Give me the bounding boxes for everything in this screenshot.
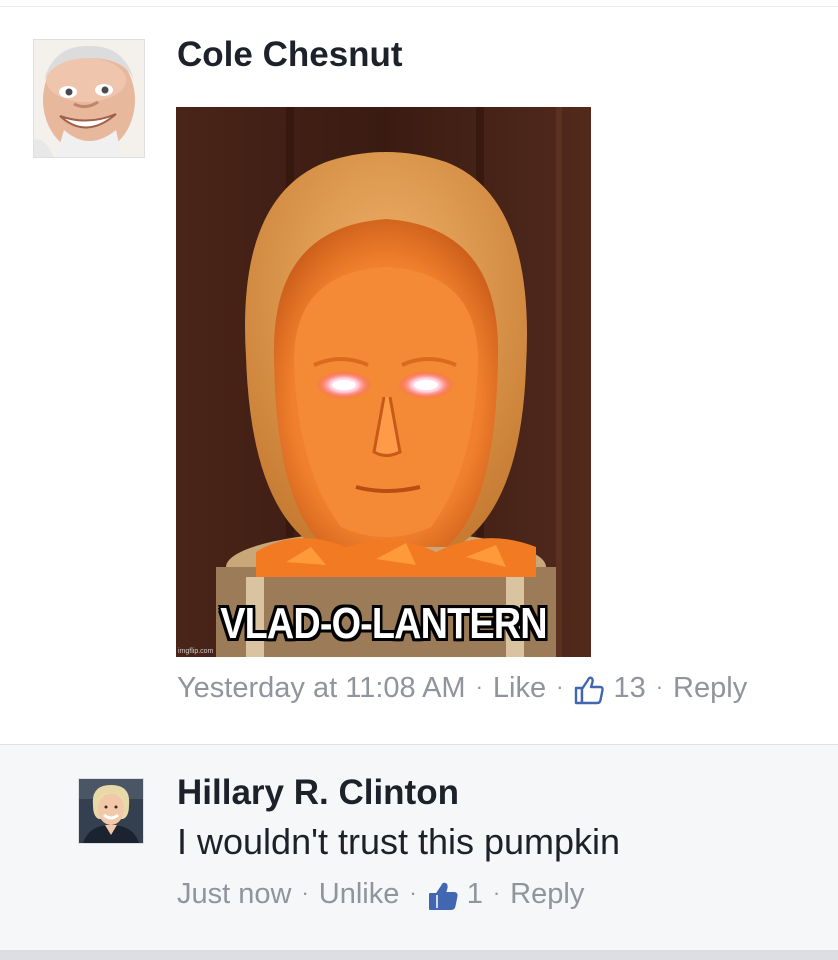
comment: Cole Chesnut VLAD-O-LANTERN imgflip.com …	[0, 7, 838, 744]
watermark: imgflip.com	[178, 648, 214, 655]
comment-author[interactable]: Hillary R. Clinton	[177, 773, 459, 813]
separator: ·	[301, 879, 309, 905]
reply-comment: Hillary R. Clinton I wouldn't trust this…	[0, 744, 838, 951]
separator: ·	[475, 673, 483, 699]
top-divider	[0, 0, 838, 7]
bottom-divider	[0, 950, 838, 960]
like-count[interactable]: 13	[613, 672, 645, 705]
reply-button[interactable]: Reply	[673, 672, 747, 705]
comment-actions: Just now · Unlike · 1 · Reply	[177, 878, 584, 911]
timestamp[interactable]: Yesterday at 11:08 AM	[177, 672, 466, 705]
comment-text: I wouldn't trust this pumpkin	[177, 821, 621, 862]
reply-button[interactable]: Reply	[510, 878, 584, 911]
woman-avatar[interactable]	[78, 778, 144, 844]
timestamp[interactable]: Just now	[177, 878, 291, 911]
separator: ·	[556, 673, 564, 699]
meme-caption: VLAD-O-LANTERN	[220, 599, 547, 648]
thumbs-up-icon[interactable]	[573, 674, 605, 706]
pumpkin-image[interactable]: VLAD-O-LANTERN imgflip.com	[176, 107, 591, 657]
old-man-avatar[interactable]	[33, 39, 145, 158]
like-button[interactable]: Like	[493, 672, 546, 705]
comment-actions: Yesterday at 11:08 AM · Like · 13 · Repl…	[177, 672, 747, 705]
separator: ·	[409, 879, 417, 905]
separator: ·	[492, 879, 501, 905]
like-count[interactable]: 1	[467, 878, 483, 911]
separator: ·	[655, 673, 664, 699]
thumbs-up-filled-icon[interactable]	[427, 880, 459, 912]
unlike-button[interactable]: Unlike	[319, 878, 400, 911]
comment-author[interactable]: Cole Chesnut	[177, 35, 403, 75]
